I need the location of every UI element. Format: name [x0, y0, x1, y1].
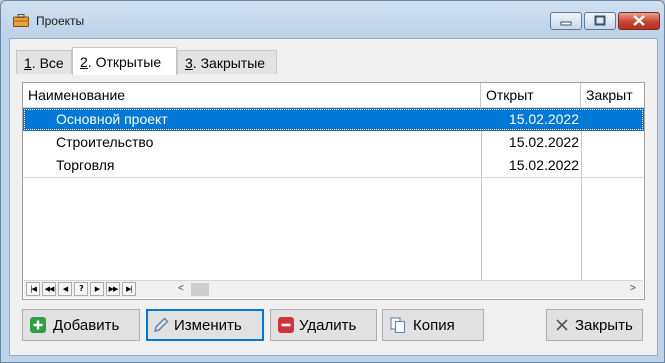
copy-button[interactable]: Копия — [382, 309, 484, 341]
tab-closed-label: . Закрытые — [192, 55, 266, 71]
cell-name: Основной проект — [56, 111, 168, 127]
table-row[interactable]: Торговля 15.02.2022 — [23, 154, 644, 177]
edit-button[interactable]: Изменить — [146, 309, 264, 341]
tab-all[interactable]: 1. Все — [16, 50, 72, 74]
column-header-name[interactable]: Наименование — [23, 83, 481, 107]
client-area: 1. Все 2. Открытые 3. Закрытые Наименова… — [9, 38, 658, 356]
nav-first-button[interactable]: |◀ — [26, 282, 40, 296]
cell-opened: 15.02.2022 — [508, 111, 579, 127]
scroll-left-arrow[interactable]: < — [178, 283, 184, 294]
delete-button[interactable]: Удалить — [270, 309, 377, 341]
projects-grid[interactable]: Наименование Открыт Закрыт Основной прое… — [22, 82, 645, 300]
row-divider — [23, 177, 644, 178]
grid-navigator: |◀ ◀◀ ◀ ? ▶ ▶▶ ▶| < > — [24, 280, 643, 298]
close-button-label: Закрыть — [575, 317, 633, 334]
close-window-button[interactable] — [618, 12, 660, 30]
close-icon — [633, 15, 645, 26]
delete-button-label: Удалить — [299, 317, 357, 334]
add-button[interactable]: Добавить — [22, 309, 140, 341]
tab-closed[interactable]: 3. Закрытые — [177, 50, 277, 74]
nav-last-button[interactable]: ▶| — [122, 282, 136, 296]
maximize-icon — [594, 15, 606, 26]
cell-opened: 15.02.2022 — [508, 157, 579, 173]
column-header-closed[interactable]: Закрыт — [581, 83, 644, 107]
nav-next-button[interactable]: ▶ — [90, 282, 104, 296]
cell-opened: 15.02.2022 — [508, 134, 579, 150]
nav-prev-button[interactable]: ◀ — [58, 282, 72, 296]
nav-next-page-button[interactable]: ▶▶ — [106, 282, 120, 296]
tab-closed-accel: 3 — [185, 55, 193, 71]
tab-open-label: . Открытые — [87, 54, 162, 70]
plus-icon — [30, 317, 46, 333]
scroll-right-arrow[interactable]: > — [630, 283, 636, 294]
minimize-icon — [560, 21, 572, 26]
column-header-opened[interactable]: Открыт — [481, 83, 581, 107]
edit-button-label: Изменить — [174, 317, 242, 334]
briefcase-icon — [13, 14, 29, 27]
cell-name: Строительство — [56, 134, 154, 150]
close-button[interactable]: Закрыть — [546, 309, 643, 341]
tab-all-label: . Все — [31, 55, 64, 71]
cell-name: Торговля — [56, 157, 115, 173]
copy-icon — [390, 317, 406, 333]
horizontal-scroll-thumb[interactable] — [191, 283, 209, 296]
projects-window: Проекты 1. Все 2. Открытые 3. Закрытые Н… — [0, 0, 665, 363]
window-title: Проекты — [36, 14, 85, 28]
table-row[interactable]: Основной проект 15.02.2022 — [23, 108, 644, 131]
nav-search-button[interactable]: ? — [74, 282, 88, 296]
close-x-icon — [556, 319, 568, 331]
minus-icon — [278, 317, 294, 333]
grid-header: Наименование Открыт Закрыт — [23, 83, 644, 108]
tab-all-accel: 1 — [24, 55, 32, 71]
copy-button-label: Копия — [413, 317, 455, 334]
nav-prev-page-button[interactable]: ◀◀ — [42, 282, 56, 296]
pencil-icon — [154, 317, 169, 332]
tab-open-accel: 2 — [80, 54, 88, 70]
add-button-label: Добавить — [53, 317, 120, 334]
minimize-button[interactable] — [550, 12, 582, 30]
title-bar[interactable]: Проекты — [1, 1, 664, 39]
maximize-button[interactable] — [584, 12, 616, 30]
table-row[interactable]: Строительство 15.02.2022 — [23, 131, 644, 154]
tab-open[interactable]: 2. Открытые — [72, 47, 177, 75]
